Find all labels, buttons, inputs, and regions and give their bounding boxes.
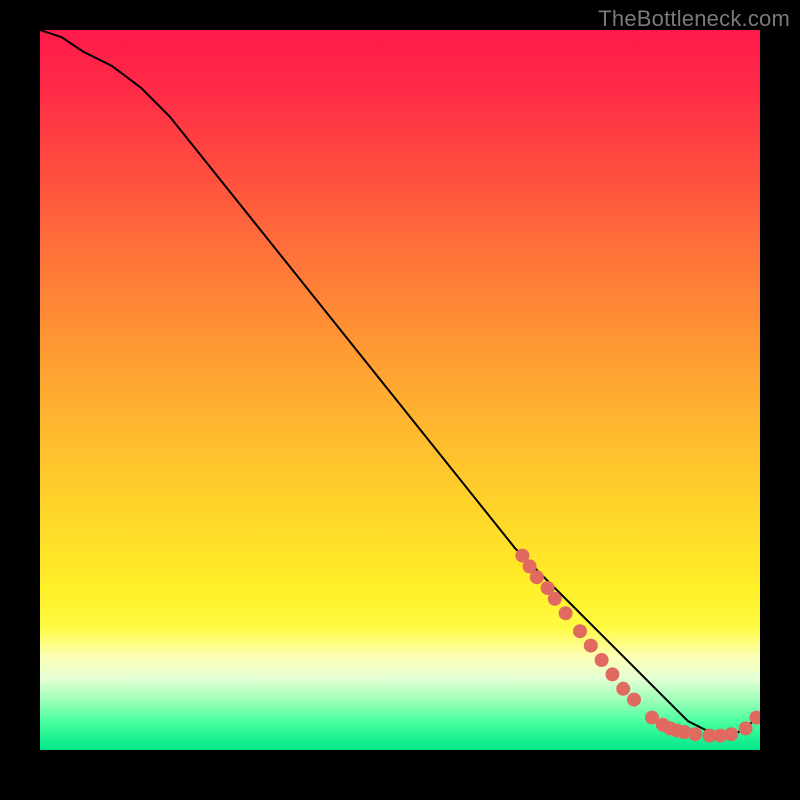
highlight-dot (605, 667, 619, 681)
highlight-dot (573, 624, 587, 638)
highlight-dot (559, 606, 573, 620)
plot-area (40, 30, 760, 750)
highlight-dot (548, 592, 562, 606)
highlight-dot (595, 653, 609, 667)
highlight-dot (530, 570, 544, 584)
highlight-dot (739, 721, 753, 735)
highlight-dot (616, 682, 630, 696)
highlight-dot (724, 727, 738, 741)
gradient-background (40, 30, 760, 750)
highlight-dot (627, 693, 641, 707)
watermark-label: TheBottleneck.com (598, 6, 790, 32)
highlight-dot (584, 639, 598, 653)
chart-svg (40, 30, 760, 750)
highlight-dot (688, 727, 702, 741)
chart-container: TheBottleneck.com (0, 0, 800, 800)
